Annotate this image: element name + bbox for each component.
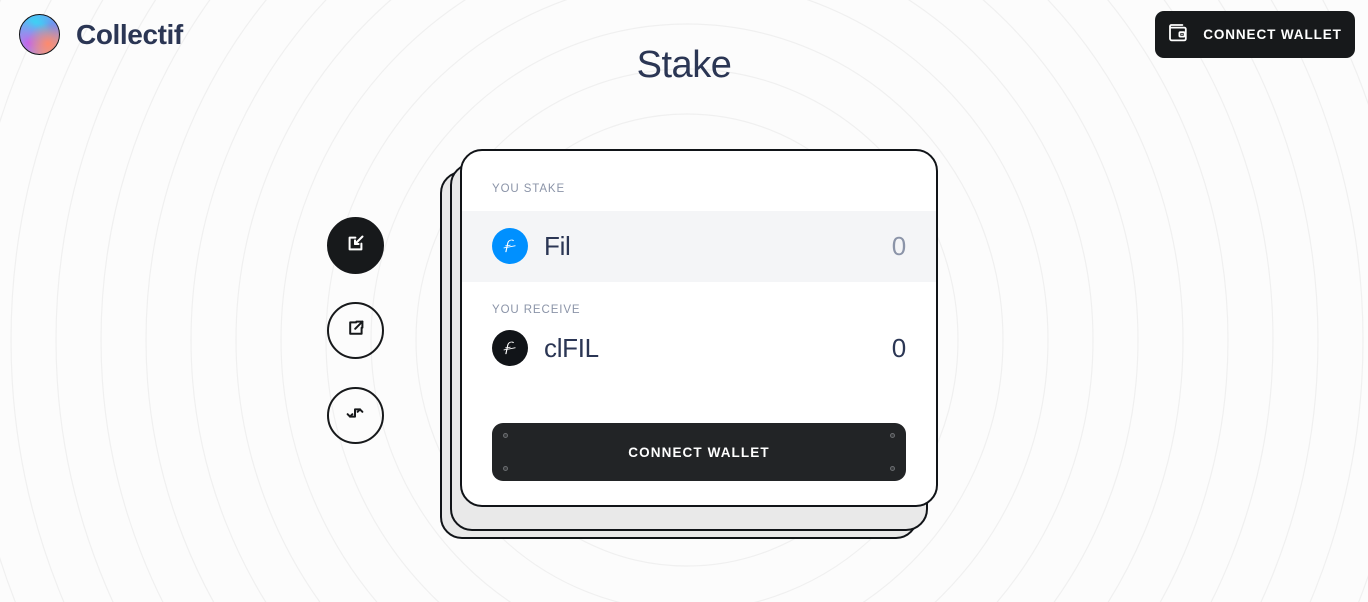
zigzag-arrow-icon	[344, 401, 368, 430]
you-receive-token-name: clFIL	[544, 332, 599, 363]
arrow-into-box-icon	[344, 231, 368, 260]
action-rail	[327, 217, 384, 444]
brand[interactable]: Collectif	[19, 14, 183, 55]
rivet-top-right-icon	[890, 433, 895, 438]
gradient-orb-logo-icon	[19, 14, 60, 55]
you-receive-row: clFIL 0	[462, 316, 936, 388]
rivet-bottom-left-icon	[503, 466, 508, 471]
you-stake-row[interactable]: Fil 0	[462, 211, 936, 282]
connect-wallet-header-label: CONNECT WALLET	[1203, 27, 1342, 42]
card-cta-wrap: CONNECT WALLET	[462, 423, 936, 505]
connect-wallet-card-label: CONNECT WALLET	[628, 444, 770, 460]
rivet-top-left-icon	[503, 433, 508, 438]
wallet-icon	[1168, 23, 1190, 46]
you-stake-token-name: Fil	[544, 230, 571, 261]
filecoin-dark-icon	[492, 330, 528, 366]
you-stake-amount: 0	[891, 230, 906, 261]
stake-card-stack: YOU STAKE Fil 0 YOU RECEIVE clFIL 0 CONN…	[439, 149, 939, 539]
app-header: Collectif CONNECT WALLET	[0, 0, 1368, 70]
filecoin-icon	[492, 228, 528, 264]
brand-name: Collectif	[76, 18, 183, 50]
rail-button-stake[interactable]	[327, 217, 384, 274]
stake-card: YOU STAKE Fil 0 YOU RECEIVE clFIL 0 CONN…	[460, 149, 938, 507]
arrow-out-of-box-icon	[344, 316, 368, 345]
rail-button-swap[interactable]	[327, 387, 384, 444]
rail-button-unstake[interactable]	[327, 302, 384, 359]
you-stake-label: YOU STAKE	[492, 183, 566, 195]
you-receive-label: YOU RECEIVE	[492, 304, 581, 316]
rivet-bottom-right-icon	[890, 466, 895, 471]
connect-wallet-card-button[interactable]: CONNECT WALLET	[492, 423, 906, 481]
you-receive-amount: 0	[891, 332, 906, 363]
connect-wallet-header-button[interactable]: CONNECT WALLET	[1155, 11, 1355, 58]
